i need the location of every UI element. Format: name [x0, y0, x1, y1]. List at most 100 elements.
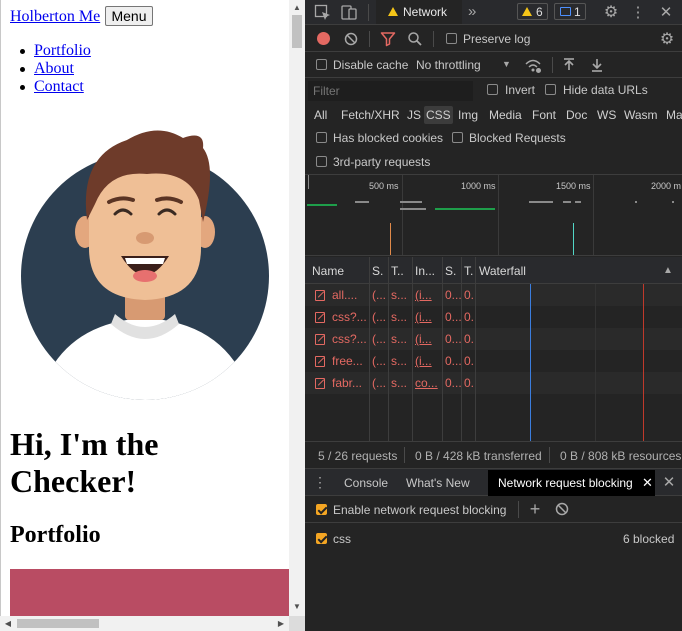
- column-header-time[interactable]: T.: [464, 264, 473, 278]
- inspect-element-icon[interactable]: [314, 4, 332, 21]
- filter-funnel-icon[interactable]: [380, 31, 396, 47]
- blocked-requests-checkbox[interactable]: [452, 132, 463, 143]
- type-filter-ws[interactable]: WS: [597, 106, 616, 124]
- type-filter-img[interactable]: Img: [458, 106, 478, 124]
- network-overview-timeline[interactable]: 500 ms 1000 ms 1500 ms 2000 m: [305, 174, 682, 256]
- close-tab-icon[interactable]: ✕: [642, 475, 653, 491]
- requests-table: all.... (... s... (i... 0... 0... css?..…: [305, 284, 682, 441]
- table-row[interactable]: all.... (... s... (i... 0... 0...: [305, 284, 682, 306]
- nav-item-contact: Contact: [20, 78, 91, 96]
- overview-tick-label: 1000 ms: [461, 181, 496, 191]
- pattern-enabled-checkbox[interactable]: [316, 533, 327, 544]
- overview-start-marker: [308, 175, 309, 189]
- type-filter-wasm[interactable]: Wasm: [624, 106, 658, 124]
- device-toolbar-icon[interactable]: [340, 3, 358, 21]
- record-button-icon[interactable]: [317, 32, 330, 45]
- network-status-bar: 5 / 26 requests 0 B / 428 kB transferred…: [305, 441, 682, 468]
- overview-request-bar: [635, 201, 637, 203]
- disable-cache-checkbox[interactable]: [316, 59, 327, 70]
- invert-checkbox[interactable]: [487, 84, 498, 95]
- table-row[interactable]: css?... (... s... (i... 0... 0...: [305, 328, 682, 350]
- type-filter-fetch-xhr[interactable]: Fetch/XHR: [341, 106, 400, 124]
- type-filter-js[interactable]: JS: [407, 106, 421, 124]
- clear-icon[interactable]: [344, 32, 358, 46]
- nav-item-portfolio: Portfolio: [20, 42, 91, 60]
- close-drawer-icon[interactable]: ✕: [661, 474, 677, 491]
- list-item[interactable]: css 6 blocked: [305, 525, 682, 551]
- preserve-log-checkbox[interactable]: [446, 33, 457, 44]
- export-har-icon[interactable]: [590, 57, 604, 73]
- throttling-select[interactable]: No throttling ▼: [411, 54, 515, 76]
- table-row[interactable]: free... (... s... (i... 0... 0...: [305, 350, 682, 372]
- request-initiator[interactable]: (i...: [415, 310, 441, 324]
- page-horizontal-scrollbar[interactable]: ◀ ▶: [0, 616, 289, 631]
- type-filter-font[interactable]: Font: [532, 106, 556, 124]
- request-initiator[interactable]: (i...: [415, 354, 441, 368]
- request-type: s...: [391, 354, 408, 368]
- type-filter-doc[interactable]: Doc: [566, 106, 587, 124]
- add-pattern-icon[interactable]: +: [527, 499, 543, 519]
- request-initiator[interactable]: (i...: [415, 288, 441, 302]
- column-header-initiator[interactable]: In...: [415, 264, 435, 278]
- type-filter-manifest[interactable]: Ma: [666, 106, 682, 124]
- type-filter-media[interactable]: Media: [489, 106, 522, 124]
- type-filter-all[interactable]: All: [314, 106, 327, 124]
- scroll-down-arrow-icon[interactable]: ▼: [289, 599, 305, 614]
- column-header-size[interactable]: S.: [445, 264, 456, 278]
- enable-blocking-checkbox[interactable]: [316, 504, 327, 515]
- search-icon[interactable]: [407, 31, 423, 47]
- horizontal-scroll-thumb[interactable]: [17, 619, 99, 628]
- import-har-icon[interactable]: [562, 57, 576, 73]
- hide-data-urls-checkbox[interactable]: [545, 84, 556, 95]
- nav-link-contact[interactable]: Contact: [34, 78, 84, 95]
- drawer-tab-whats-new[interactable]: What's New: [406, 476, 470, 490]
- remove-all-patterns-icon[interactable]: [555, 502, 569, 516]
- column-divider: [369, 257, 370, 441]
- warnings-count: 6: [536, 5, 543, 19]
- overview-tick-label: 500 ms: [369, 181, 399, 191]
- request-initiator[interactable]: (i...: [415, 332, 441, 346]
- network-conditions-icon[interactable]: [524, 56, 542, 74]
- messages-badge[interactable]: 1: [554, 3, 586, 20]
- scroll-left-arrow-icon[interactable]: ◀: [0, 616, 16, 631]
- table-row[interactable]: fabr... (... s... co... 0... 0...: [305, 372, 682, 394]
- more-options-icon[interactable]: ⋮: [631, 3, 646, 21]
- drawer-menu-icon[interactable]: ⋮: [313, 474, 327, 490]
- warnings-badge[interactable]: 6: [517, 3, 548, 20]
- menu-button[interactable]: Menu: [105, 6, 153, 26]
- portfolio-banner: [10, 569, 289, 616]
- brand-link[interactable]: Holberton Me: [10, 8, 100, 26]
- network-settings-gear-icon[interactable]: ⚙: [658, 30, 676, 48]
- hero-title: Hi, I'm the Checker!: [10, 426, 159, 499]
- more-tabs-icon[interactable]: »: [468, 3, 476, 20]
- request-initiator[interactable]: co...: [415, 376, 441, 390]
- page-vertical-scrollbar[interactable]: ▲ ▼: [289, 0, 305, 616]
- close-devtools-icon[interactable]: ✕: [657, 3, 675, 21]
- column-divider: [442, 257, 443, 441]
- nav-link-about[interactable]: About: [34, 60, 74, 77]
- column-header-name[interactable]: Name: [312, 264, 344, 278]
- settings-gear-icon[interactable]: ⚙: [602, 3, 620, 21]
- request-status: (...: [372, 332, 386, 346]
- scroll-up-arrow-icon[interactable]: ▲: [289, 0, 305, 15]
- request-size: 0...: [445, 310, 461, 324]
- drawer-tab-console[interactable]: Console: [344, 476, 388, 490]
- filter-input[interactable]: [308, 81, 473, 101]
- type-filter-css[interactable]: CSS: [424, 106, 453, 124]
- column-header-status[interactable]: S.: [372, 264, 383, 278]
- overview-request-bar: [400, 201, 422, 203]
- tab-network[interactable]: Network: [376, 0, 462, 24]
- column-header-type[interactable]: T..: [391, 264, 404, 278]
- nav-link-portfolio[interactable]: Portfolio: [34, 42, 91, 59]
- has-blocked-cookies-checkbox[interactable]: [316, 132, 327, 143]
- sort-ascending-icon[interactable]: ▲: [663, 265, 673, 276]
- drawer-tab-network-request-blocking[interactable]: Network request blocking ✕: [488, 470, 655, 496]
- toolbar-divider: [433, 31, 434, 47]
- third-party-checkbox[interactable]: [316, 156, 327, 167]
- status-divider: [549, 447, 550, 463]
- table-row[interactable]: css?... (... s... (i... 0... 0...: [305, 306, 682, 328]
- column-header-waterfall[interactable]: Waterfall: [479, 264, 526, 278]
- scroll-right-arrow-icon[interactable]: ▶: [273, 616, 289, 631]
- avatar-illustration: [21, 130, 269, 400]
- vertical-scroll-thumb[interactable]: [292, 15, 302, 48]
